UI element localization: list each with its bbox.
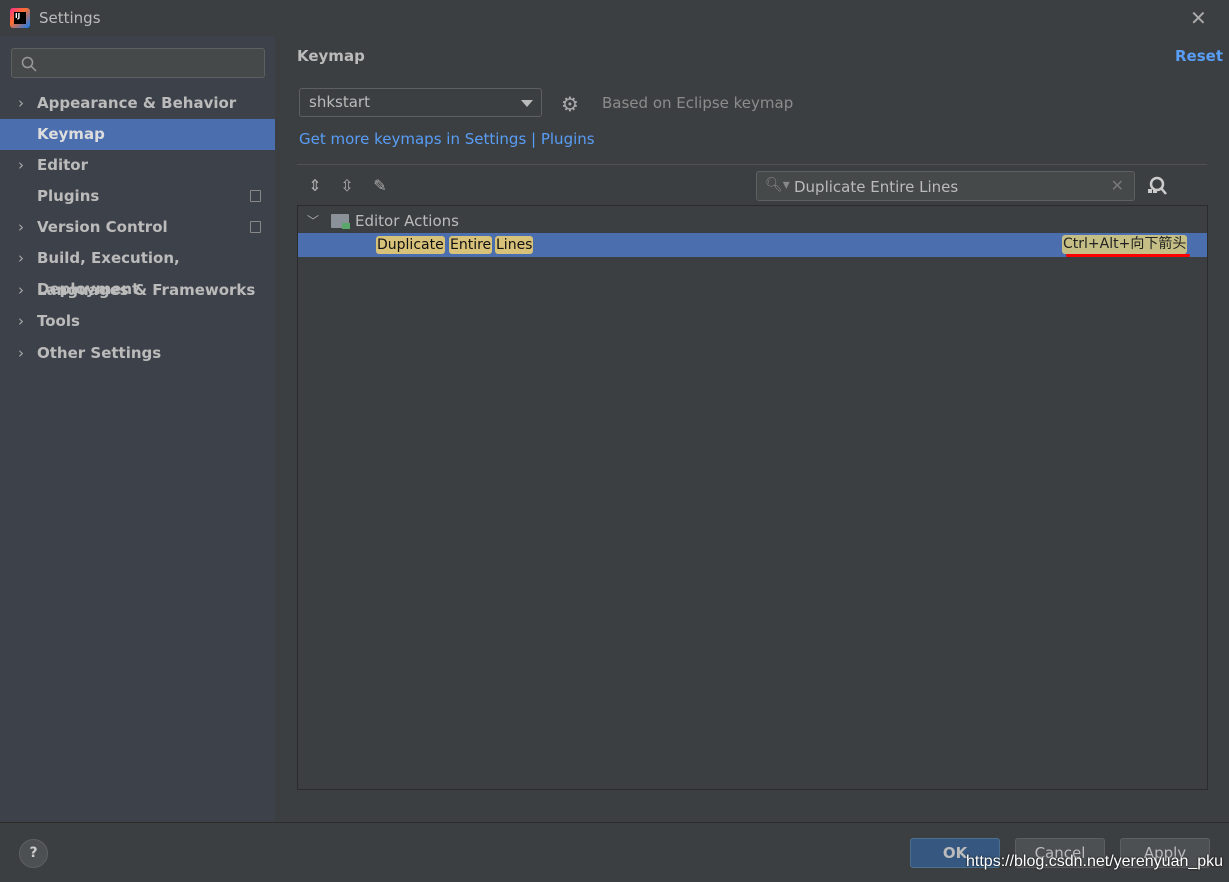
sidebar-item-keymap[interactable]: Keymap [0,119,275,150]
sidebar-item-languages-frameworks[interactable]: › Languages & Frameworks [0,275,275,306]
keymap-select[interactable]: shkstart [299,88,542,117]
expand-all-icon[interactable]: ⇕ [305,176,325,196]
sidebar-item-build-execution-deployment[interactable]: › Build, Execution, Deployment [0,243,275,298]
page-title: Keymap [297,47,365,65]
watermark: https://blog.csdn.net/yerenyuan_pku [966,853,1224,870]
gear-icon[interactable]: ⚙ [561,92,579,116]
title-bar: IJ Settings ✕ [0,0,1229,36]
chevron-right-icon[interactable]: › [18,275,24,306]
sidebar-item-label: Tools [37,312,80,330]
get-more-keymaps-link[interactable]: Get more keymaps in Settings | Plugins [299,130,595,148]
chevron-right-icon[interactable]: › [18,243,24,274]
sidebar-item-label: Other Settings [37,344,162,362]
red-underline-annotation [1066,254,1190,257]
chevron-right-icon[interactable]: › [18,212,24,243]
search-dropdown-icon[interactable]: 🔍︎▾ [765,177,790,193]
settings-search-input[interactable] [11,48,265,78]
folder-icon [331,214,350,229]
footer: ? OK Cancel Apply [0,822,1229,882]
sidebar-item-label: Editor [37,156,88,174]
divider [297,164,1207,165]
action-word: Lines [495,236,534,254]
sidebar: › Appearance & Behavior Keymap › Editor Plugi… [0,36,275,822]
keymap-tree: ﹀ Editor Actions Duplicate Entire Lines … [297,205,1208,790]
chevron-down-icon[interactable]: ﹀ [307,210,319,232]
keymap-search-input[interactable]: 🔍︎▾ Duplicate Entire Lines ✕ [756,171,1135,201]
sidebar-item-plugins[interactable]: Plugins [0,181,275,212]
project-level-icon [250,221,261,233]
chevron-right-icon[interactable]: › [18,338,24,369]
close-icon[interactable]: ✕ [1190,6,1207,30]
reset-link[interactable]: Reset [1175,47,1223,65]
keymap-select-value: shkstart [309,93,370,111]
search-value: Duplicate Entire Lines [794,178,959,196]
project-level-icon [250,190,261,202]
tree-group-editor-actions[interactable]: ﹀ Editor Actions [298,210,1207,232]
sidebar-item-label: Appearance & Behavior [37,94,237,112]
chevron-down-icon [521,100,533,107]
chevron-right-icon[interactable]: › [18,306,24,337]
sidebar-item-editor[interactable]: › Editor [0,150,275,181]
edit-pencil-icon[interactable]: ✎ [370,176,390,196]
action-word: Entire [449,236,493,254]
action-word: Duplicate [376,236,445,254]
clear-icon[interactable]: ✕ [1111,176,1124,195]
sidebar-item-tools[interactable]: › Tools [0,306,275,337]
sidebar-item-other-settings[interactable]: › Other Settings [0,338,275,369]
sidebar-item-label: Languages & Frameworks [37,281,256,299]
window-title: Settings [39,9,101,27]
sidebar-item-version-control[interactable]: › Version Control [0,212,275,243]
chevron-right-icon[interactable]: › [18,150,24,181]
chevron-right-icon[interactable]: › [18,88,24,119]
search-icon [21,56,37,72]
sidebar-item-label: Keymap [37,125,105,143]
help-button[interactable]: ? [19,839,48,868]
intellij-logo-icon: IJ [10,8,30,28]
collapse-all-icon[interactable]: ⇳ [337,176,357,196]
sidebar-item-label: Plugins [37,187,100,205]
action-row-duplicate-entire-lines[interactable]: Duplicate Entire Lines Ctrl+Alt+向下箭头 [298,233,1207,257]
group-label: Editor Actions [355,212,459,230]
find-by-shortcut-icon[interactable] [1146,175,1168,201]
sidebar-item-appearance-behavior[interactable]: › Appearance & Behavior [0,88,275,119]
based-on-label: Based on Eclipse keymap [602,94,794,112]
shortcut-badge: Ctrl+Alt+向下箭头 [1062,235,1188,254]
sidebar-item-label: Version Control [37,218,168,236]
